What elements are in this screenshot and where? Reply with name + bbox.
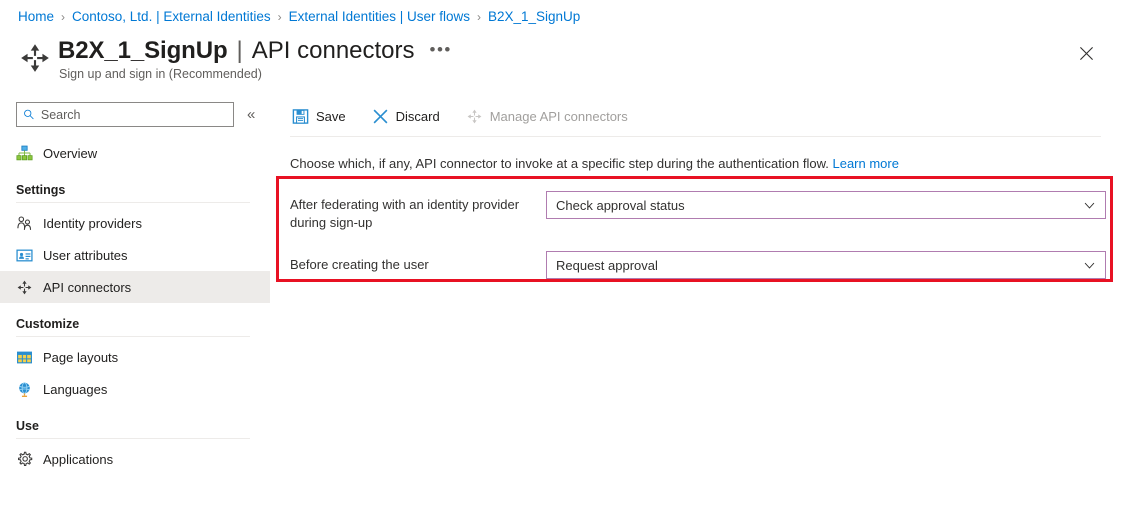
discard-button[interactable]: Discard [370, 102, 442, 130]
people-icon [16, 215, 33, 232]
breadcrumb-separator-icon: › [476, 10, 481, 24]
sidebar-item-label: Identity providers [43, 215, 142, 231]
table-grid-icon [16, 349, 33, 366]
breadcrumb: Home › Contoso, Ltd. | External Identiti… [18, 8, 580, 26]
sidebar-item-identity-providers[interactable]: Identity providers [0, 207, 270, 239]
field-row-before-creating: Before creating the user Request approva… [290, 251, 1123, 279]
description-body: Choose which, if any, API connector to i… [290, 156, 829, 171]
azure-portal-blade: Home › Contoso, Ltd. | External Identiti… [0, 0, 1123, 529]
sidebar-divider [16, 336, 250, 337]
title-separator: | [236, 37, 243, 64]
dropdown-value: Request approval [556, 257, 658, 273]
search-box[interactable] [16, 102, 234, 127]
sidebar-item-applications[interactable]: Applications [0, 443, 270, 475]
sidebar-group-use-title: Use [16, 419, 39, 433]
sidebar-item-label: Overview [43, 145, 98, 161]
command-bar-divider [290, 136, 1101, 137]
breadcrumb-item-tenant[interactable]: Contoso, Ltd. | External Identities [72, 8, 271, 26]
double-chevron-left-icon[interactable]: « [247, 107, 255, 122]
api-connectors-icon [466, 108, 483, 125]
sidebar-item-label: Page layouts [43, 349, 119, 365]
dropdown-after-federating[interactable]: Check approval status [546, 191, 1106, 219]
learn-more-link[interactable]: Learn more [832, 156, 898, 171]
chevron-down-icon [1083, 259, 1096, 272]
blade-header: B2X_1_SignUp | API connectors ••• Sign u… [18, 37, 452, 81]
sidebar-item-page-layouts[interactable]: Page layouts [0, 341, 270, 373]
sidebar-search-row: « [16, 102, 270, 127]
overview-hierarchy-icon [16, 145, 33, 162]
search-input[interactable] [40, 107, 227, 122]
sidebar-item-label: API connectors [43, 279, 132, 295]
save-floppy-icon [292, 108, 309, 125]
sidebar-item-label: User attributes [43, 247, 128, 263]
sidebar-divider [16, 438, 250, 439]
chevron-down-icon [1083, 199, 1096, 212]
description-text: Choose which, if any, API connector to i… [290, 155, 1123, 173]
save-button[interactable]: Save [290, 102, 348, 130]
page-title: B2X_1_SignUp [58, 37, 228, 64]
sidebar-item-user-attributes[interactable]: User attributes [0, 239, 270, 271]
breadcrumb-item-home[interactable]: Home [18, 8, 54, 26]
blade-sidebar: « Overview Settings [0, 98, 270, 529]
sidebar-group-customize-title: Customize [16, 317, 80, 331]
close-icon [1079, 46, 1093, 60]
manage-api-connectors-button: Manage API connectors [464, 102, 630, 130]
sidebar-item-api-connectors[interactable]: API connectors [0, 271, 270, 303]
sidebar-item-label: Applications [43, 451, 114, 467]
blade-content: Save Discard Manage API connectors Choos… [270, 98, 1123, 529]
sidebar-item-languages[interactable]: Languages [0, 373, 270, 405]
sidebar-item-overview[interactable]: Overview [0, 137, 270, 169]
api-connectors-icon [16, 279, 33, 296]
sidebar-group-settings-title: Settings [16, 183, 66, 197]
api-connector-fields: After federating with an identity provid… [270, 191, 1123, 279]
breadcrumb-separator-icon: › [61, 10, 66, 24]
api-connectors-icon [18, 41, 52, 75]
breadcrumb-item-current[interactable]: B2X_1_SignUp [488, 8, 580, 26]
page-section-title: API connectors [251, 37, 415, 64]
breadcrumb-item-user-flows[interactable]: External Identities | User flows [289, 8, 470, 26]
discard-label: Discard [395, 108, 440, 124]
field-row-after-federating: After federating with an identity provid… [290, 191, 1123, 232]
close-button[interactable] [1073, 40, 1099, 66]
command-bar: Save Discard Manage API connectors [270, 98, 1123, 134]
breadcrumb-separator-icon: › [277, 10, 282, 24]
sidebar-divider [16, 202, 250, 203]
gear-icon [16, 451, 33, 468]
field-label: Before creating the user [290, 257, 429, 272]
more-options-button[interactable]: ••• [430, 40, 452, 60]
search-icon [24, 109, 34, 120]
discard-x-icon [372, 108, 389, 125]
dropdown-value: Check approval status [556, 197, 685, 213]
dropdown-before-creating[interactable]: Request approval [546, 251, 1106, 279]
sidebar-item-label: Languages [43, 381, 108, 397]
id-badge-icon [16, 247, 33, 264]
globe-icon [16, 381, 33, 398]
manage-api-connectors-label: Manage API connectors [489, 108, 628, 124]
save-label: Save [316, 108, 346, 124]
field-label: After federating with an identity provid… [290, 197, 520, 230]
page-subtitle: Sign up and sign in (Recommended) [59, 67, 262, 81]
